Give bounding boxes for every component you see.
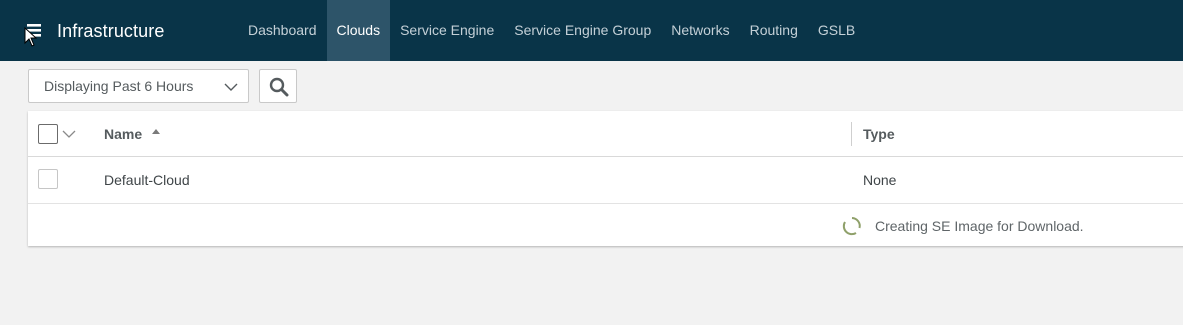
cloud-name-cell[interactable]: Default-Cloud: [104, 172, 190, 188]
loading-spinner-icon: [842, 217, 861, 236]
column-header-name[interactable]: Name: [104, 126, 142, 142]
tab-clouds[interactable]: Clouds: [326, 0, 391, 61]
select-all-checkbox[interactable]: [38, 124, 58, 144]
column-divider[interactable]: [851, 122, 852, 146]
tab-gslb[interactable]: GSLB: [808, 0, 865, 61]
time-range-label: Displaying Past 6 Hours: [44, 78, 194, 94]
table-row[interactable]: Default-Cloud None: [28, 157, 1183, 204]
clouds-table: Name Type Default-Cloud None Creating SE…: [28, 111, 1183, 246]
tab-service-engine[interactable]: Service Engine: [390, 0, 504, 61]
tab-networks[interactable]: Networks: [661, 0, 739, 61]
tab-routing[interactable]: Routing: [740, 0, 808, 61]
top-navigation-bar: Infrastructure Dashboard Clouds Service …: [0, 0, 1183, 61]
chevron-down-icon[interactable]: [62, 127, 76, 141]
cloud-type-cell: None: [863, 172, 897, 188]
sort-ascending-icon: [152, 129, 160, 134]
row-checkbox[interactable]: [38, 169, 58, 189]
tab-service-engine-group[interactable]: Service Engine Group: [504, 0, 661, 61]
app-title: Infrastructure: [57, 21, 165, 41]
status-text: Creating SE Image for Download.: [875, 218, 1084, 234]
nav-tabs: Dashboard Clouds Service Engine Service …: [238, 0, 865, 61]
tab-dashboard[interactable]: Dashboard: [238, 0, 327, 61]
column-header-type[interactable]: Type: [863, 126, 895, 142]
time-range-dropdown[interactable]: Displaying Past 6 Hours: [28, 69, 249, 103]
chevron-down-icon: [224, 83, 238, 91]
table-header: Name Type: [28, 111, 1183, 157]
mouse-cursor-icon: [24, 27, 38, 47]
search-icon: [269, 77, 289, 97]
search-button[interactable]: [259, 69, 297, 103]
